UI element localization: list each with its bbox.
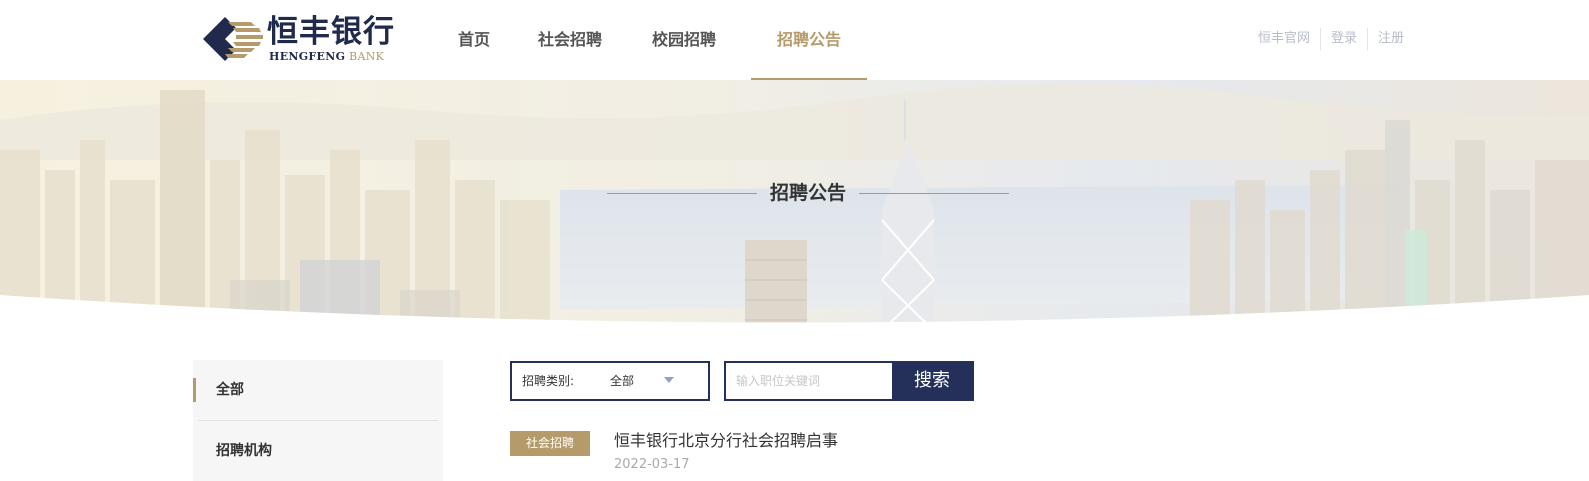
site-header: 恒丰银行 HENGFENG BANK 首页 社会招聘 校园招聘 招聘公告 恒丰官… <box>0 0 1589 80</box>
nav-recruitment-announcements[interactable]: 招聘公告 <box>751 0 867 80</box>
list-item: 社会招聘 恒丰银行北京分行社会招聘启事 2022-03-17 <box>510 431 1310 481</box>
logo-text-en: HENGFENG BANK <box>269 50 384 63</box>
search-box: 搜索 <box>724 361 974 401</box>
link-register[interactable]: 注册 <box>1366 28 1414 50</box>
banner-line-left <box>607 193 757 194</box>
category-sidebar: 全部 招聘机构 <box>193 360 443 481</box>
nav-home[interactable]: 首页 <box>454 0 494 80</box>
announcement-title-link[interactable]: 恒丰银行北京分行社会招聘启事 <box>614 429 838 453</box>
search-input[interactable] <box>726 363 892 399</box>
announcement-date: 2022-03-17 <box>614 457 690 472</box>
logo-mark-icon <box>203 17 263 61</box>
sidebar-item-all[interactable]: 全部 <box>193 360 443 420</box>
caret-down-icon[interactable] <box>664 377 674 383</box>
bank-logo[interactable]: 恒丰银行 HENGFENG BANK <box>203 14 403 64</box>
search-button[interactable]: 搜索 <box>892 363 972 399</box>
sidebar-item-recruiting-institutions[interactable]: 招聘机构 <box>193 421 443 481</box>
nav-campus-recruitment[interactable]: 校园招聘 <box>650 0 718 80</box>
recruitment-type-value: 全部 <box>610 374 635 388</box>
page-banner: 招聘公告 <box>0 80 1589 331</box>
recruitment-type-label: 招聘类别: <box>522 374 575 388</box>
logo-text-en-1: HENGFENG <box>269 50 346 63</box>
logo-text-en-2: BANK <box>349 50 385 63</box>
link-login[interactable]: 登录 <box>1319 28 1367 50</box>
nav-social-recruitment[interactable]: 社会招聘 <box>536 0 604 80</box>
recruitment-type-select[interactable]: 招聘类别: 全部 <box>510 361 710 401</box>
banner-title: 招聘公告 <box>769 182 846 204</box>
top-links: 恒丰官网 登录 注册 <box>1248 28 1414 50</box>
link-official-site[interactable]: 恒丰官网 <box>1248 28 1320 50</box>
logo-text-cn: 恒丰银行 <box>267 14 395 50</box>
banner-heading: 招聘公告 <box>607 178 1009 208</box>
banner-line-right <box>859 193 1009 194</box>
category-tag: 社会招聘 <box>510 431 590 456</box>
